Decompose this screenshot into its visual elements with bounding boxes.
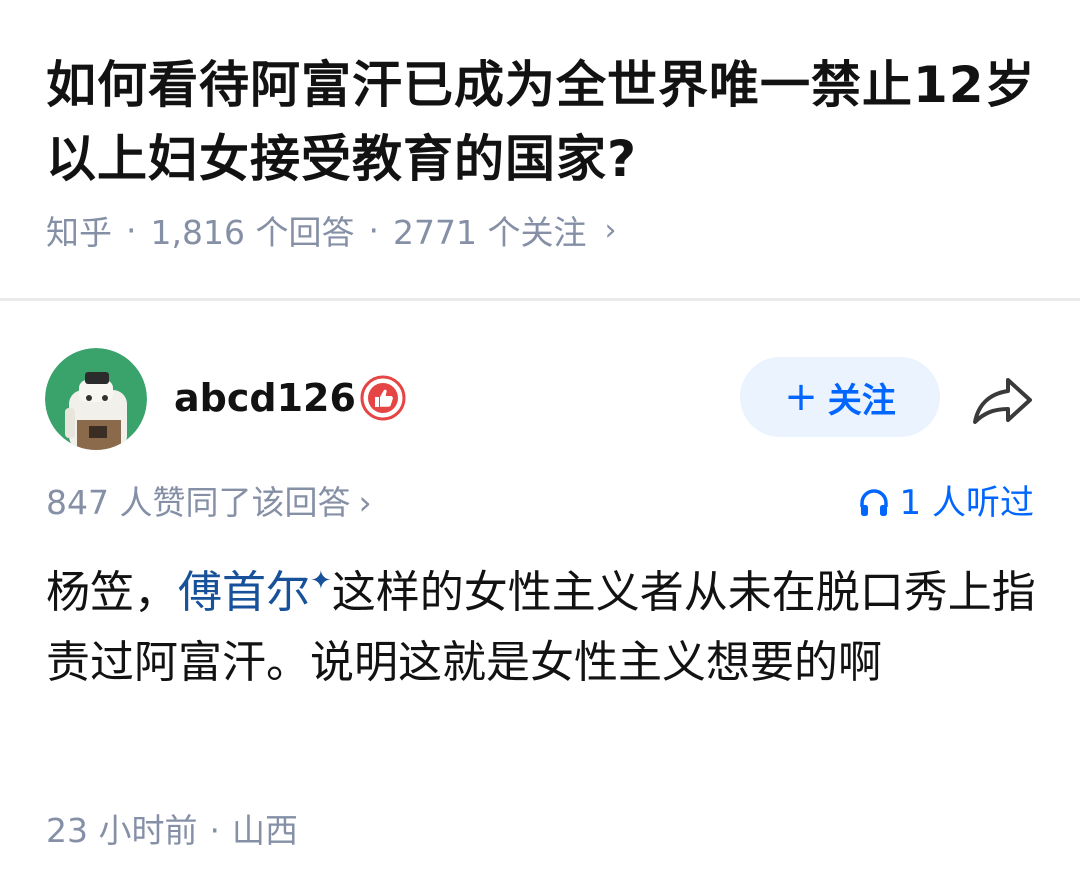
answer-text-part: 杨笠， bbox=[46, 567, 178, 618]
answer-text[interactable]: 杨笠，傅首尔✦这样的女性主义者从未在脱口秀上指责过阿富汗。说明这就是女性主义想要… bbox=[46, 546, 1036, 698]
upvote-count: 847 人赞同了该回答 bbox=[46, 483, 351, 522]
author-name[interactable]: abcd126 bbox=[174, 372, 356, 424]
post-location: 山西 bbox=[231, 811, 298, 850]
listen-summary[interactable]: 1 人听过 bbox=[858, 480, 1034, 526]
question-title[interactable]: 如何看待阿富汗已成为全世界唯一禁止12岁以上妇女接受教育的国家? bbox=[46, 48, 1036, 196]
meta-separator: · bbox=[126, 210, 137, 250]
source-label: 知乎 bbox=[46, 213, 112, 252]
listen-count: 1 人听过 bbox=[899, 483, 1034, 523]
avatar-cat-icon bbox=[45, 348, 147, 450]
meta-separator: · bbox=[368, 210, 379, 250]
section-divider bbox=[0, 298, 1080, 301]
search-spark-icon: ✦ bbox=[310, 566, 332, 596]
share-arrow-icon bbox=[973, 378, 1032, 424]
author-avatar[interactable] bbox=[45, 348, 147, 450]
search-link[interactable]: 傅首尔 bbox=[178, 567, 310, 618]
thumbs-up-badge-icon bbox=[360, 375, 406, 421]
answers-count: 1,816 个回答 bbox=[150, 213, 355, 252]
author-badge bbox=[360, 375, 406, 421]
chevron-right-icon: › bbox=[358, 483, 372, 522]
followers-count: 2771 个关注 bbox=[392, 213, 587, 252]
answer-footer: 23 小时前 · 山西 bbox=[46, 808, 298, 854]
share-button[interactable] bbox=[968, 370, 1038, 430]
follow-label: 关注 bbox=[827, 380, 896, 421]
upvote-summary[interactable]: 847 人赞同了该回答 › bbox=[46, 480, 372, 526]
chevron-right-icon: › bbox=[604, 212, 617, 248]
footer-separator: · bbox=[209, 811, 220, 850]
post-time: 23 小时前 bbox=[46, 811, 198, 850]
headphones-icon bbox=[859, 489, 888, 516]
question-meta[interactable]: 知乎 · 1,816 个回答 · 2771 个关注 › bbox=[46, 207, 616, 253]
follow-button[interactable]: + 关注 bbox=[740, 357, 940, 437]
plus-icon: + bbox=[784, 374, 818, 420]
